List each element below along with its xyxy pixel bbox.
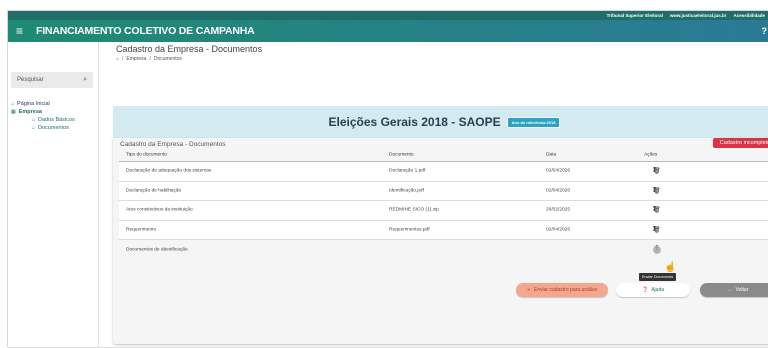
breadcrumb-separator: / <box>122 56 124 62</box>
accessibility-link[interactable]: Acessibilidade <box>733 13 765 18</box>
breadcrumb-separator: / <box>149 56 151 62</box>
send-icon: ➢ <box>526 287 531 293</box>
table-row: Atos constitutivos da instituição REDMIN… <box>119 201 768 221</box>
submit-label: Enviar cadastro para análise <box>533 287 598 293</box>
grid-icon: ▦ <box>11 109 16 115</box>
home-icon[interactable]: ⌂ <box>116 56 119 62</box>
help-icon[interactable]: ? <box>762 26 768 36</box>
trash-icon[interactable]: 🗑 <box>653 226 661 233</box>
back-label: Voltar <box>735 287 749 293</box>
sidebar-item-label: Documentos <box>38 125 69 131</box>
document-file[interactable]: Identificação.pdf <box>389 188 424 193</box>
document-date: 02/04/2026 <box>546 168 571 174</box>
help-button[interactable]: ❓ Ajuda <box>616 283 690 297</box>
page-title: Cadastro da Empresa - Documentos <box>116 44 263 54</box>
document-file[interactable]: Declaração 1.pdf <box>389 169 425 174</box>
app-title: FINANCIAMENTO COLETIVO DE CAMPANHA <box>36 25 255 37</box>
table-header: Tipo do documento Documento Data Ações <box>119 149 768 162</box>
help-label: Ajuda <box>651 287 665 293</box>
back-button[interactable]: ← Voltar <box>700 283 768 297</box>
search-input[interactable]: Pesquisar ⌕ <box>11 72 93 88</box>
sidebar-item-dados-basicos[interactable]: ⌂ Dados Básicos <box>11 116 75 124</box>
breadcrumb-item[interactable]: Empresa <box>126 56 146 62</box>
search-placeholder: Pesquisar <box>17 77 44 83</box>
sidebar-item-documentos[interactable]: ⌂ Documentos <box>11 124 75 132</box>
column-header: Ações <box>644 152 658 158</box>
breadcrumb: ⌂ / Empresa / Documentos <box>116 56 182 62</box>
sidebar-nav: ⌂ Página Inicial ▦ Empresa ⌂ Dados Básic… <box>11 100 75 132</box>
document-file[interactable]: REDMINE SICO (1).zip <box>389 208 439 213</box>
documents-card: Cadastro da Empresa - Documentos Cadastr… <box>113 138 768 344</box>
table-row: Documentos de identificação ⤓ ⤒ 🗑 <box>119 240 768 260</box>
sidebar: Pesquisar ⌕ ⌂ Página Inicial ▦ Empresa ⌂… <box>8 42 99 348</box>
home-icon: ⌂ <box>11 101 15 107</box>
document-type: Atos constitutivos da instituição <box>126 207 193 213</box>
sidebar-item-home[interactable]: ⌂ Página Inicial <box>11 100 75 108</box>
site-link[interactable]: www.justicaeleitoral.jus.br <box>670 13 727 18</box>
table-row: Declaração de habilitação Identificação.… <box>119 182 768 201</box>
document-type: Declaração de adequação dos sistemas <box>126 168 212 174</box>
trash-icon: 🗑 <box>653 247 661 254</box>
card-title: Cadastro da Empresa - Documentos <box>120 141 226 148</box>
trash-icon[interactable]: 🗑 <box>653 187 661 194</box>
status-badge: Cadastro incompleto <box>713 138 768 148</box>
sidebar-item-label: Empresa <box>18 109 42 115</box>
reference-year-badge: Ano de referência 2018 <box>506 116 561 128</box>
home-icon: ⌂ <box>32 117 36 123</box>
question-icon: ❓ <box>641 287 649 293</box>
tribunal-link[interactable]: Tribunal Superior Eleitoral <box>607 13 663 18</box>
hand-cursor-icon: ☝ <box>664 262 677 273</box>
hamburger-icon[interactable]: ≡ <box>16 24 32 38</box>
document-file[interactable]: Requerimentos.pdf <box>389 227 430 232</box>
trash-icon[interactable]: 🗑 <box>653 207 661 214</box>
column-header: Documento <box>389 152 414 158</box>
banner-title: Eleições Gerais 2018 - SAOPE <box>328 115 501 129</box>
document-type: Requerimento <box>126 227 157 233</box>
arrow-left-icon: ← <box>727 287 733 293</box>
column-header: Data <box>546 152 557 158</box>
app-header: ≡ FINANCIAMENTO COLETIVO DE CAMPANHA ? <box>8 20 768 42</box>
submit-button[interactable]: ➢ Enviar cadastro para análise <box>516 283 608 297</box>
document-date: 02/04/2026 <box>546 227 571 233</box>
breadcrumb-item: Documentos <box>153 56 182 62</box>
document-date: 02/04/2026 <box>546 188 571 194</box>
documents-table: Tipo do documento Documento Data Ações D… <box>119 149 768 260</box>
search-icon[interactable]: ⌕ <box>83 76 87 84</box>
home-icon: ⌂ <box>32 125 36 131</box>
election-banner: Eleições Gerais 2018 - SAOPE Ano de refe… <box>113 106 768 138</box>
table-row: Declaração de adequação dos sistemas Dec… <box>119 162 768 182</box>
table-row: Requerimento Requerimentos.pdf 02/04/202… <box>119 221 768 240</box>
document-type: Documentos de identificação <box>126 247 188 253</box>
document-date: 20/02/2025 <box>546 207 571 213</box>
sidebar-item-label: Dados Básicos <box>38 117 75 123</box>
trash-icon[interactable]: 🗑 <box>653 168 661 175</box>
column-header: Tipo do documento <box>126 152 167 158</box>
action-buttons: ➢ Enviar cadastro para análise ❓ Ajuda ←… <box>516 283 768 297</box>
sidebar-item-label: Página Inicial <box>17 101 50 107</box>
tooltip: Enviar Documento <box>639 273 677 281</box>
document-type: Declaração de habilitação <box>126 188 182 194</box>
sidebar-item-empresa[interactable]: ▦ Empresa <box>11 108 75 116</box>
app-window: Tribunal Superior Eleitoral www.justicae… <box>7 10 768 348</box>
main-content: Cadastro da Empresa - Documentos ⌂ / Emp… <box>108 42 768 348</box>
government-bar: Tribunal Superior Eleitoral www.justicae… <box>8 11 768 20</box>
